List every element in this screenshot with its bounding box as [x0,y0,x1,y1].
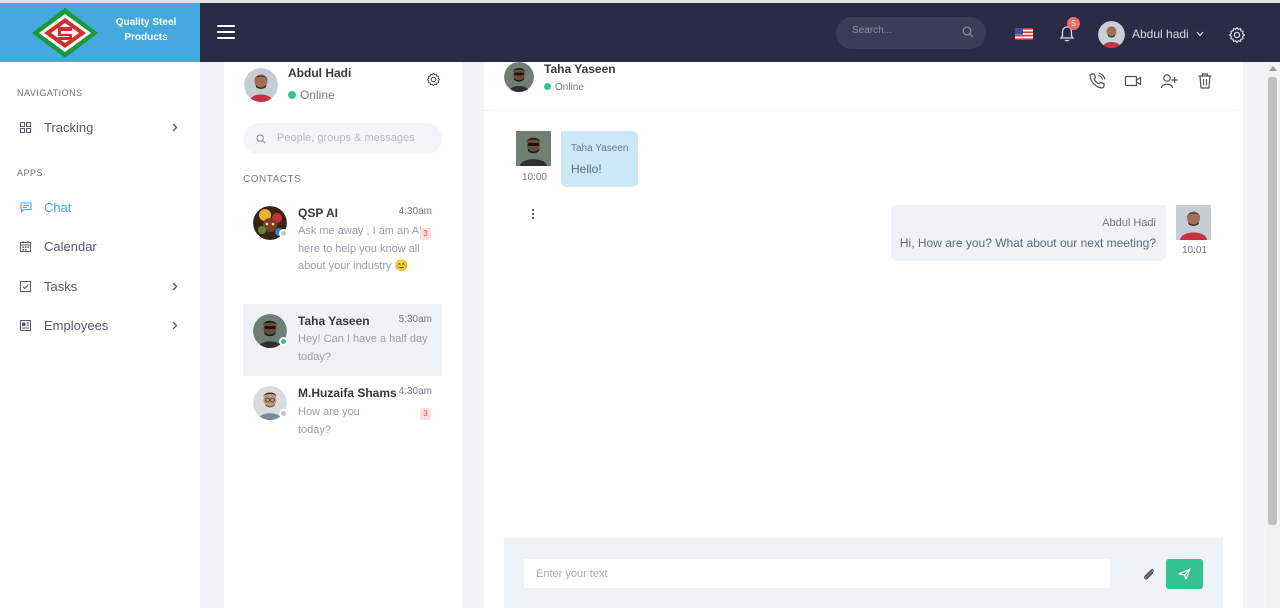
message-text: Hello! [571,162,602,176]
gear-icon[interactable] [426,72,441,87]
gear-icon[interactable] [1228,26,1246,44]
unread-badge: 3 [420,228,431,240]
avatar [504,62,534,92]
contact-last-message: How are you today? [298,406,360,436]
avatar[interactable] [244,68,278,102]
online-indicator [288,91,296,99]
menu-toggle-button[interactable] [217,25,235,39]
contact-item-m-huzaifa-shams[interactable]: M.Huzaifa Shams 4:30am How are you today… [243,378,442,446]
unread-badge: 3 [420,408,431,420]
chat-icon [20,202,32,213]
paperclip-icon[interactable] [1142,567,1156,581]
contact-last-message: Ask me away , I am an AI here to help yo… [298,225,423,272]
topbar: Quality Steel Products 5 Abdul hadi [0,0,1280,62]
company-logo [32,8,98,58]
brand[interactable]: Quality Steel Products [0,3,200,62]
sidebar-item-label: Tracking [44,120,94,135]
avatar [1176,205,1211,240]
offline-indicator [279,409,288,418]
search-icon [256,134,266,144]
sidebar-item-label: Chat [44,200,72,215]
grid-icon [20,122,31,133]
chat-contact-status: Online [544,82,584,93]
chevron-down-icon[interactable] [1196,31,1204,37]
video-camera-icon[interactable] [1124,72,1142,90]
message-time: 10:00 [522,172,548,183]
contact-search[interactable] [243,123,442,154]
notification-badge: 5 [1067,17,1080,30]
contact-last-message: Hey! Can I have a half day today? [298,333,428,363]
sidebar: NAVIGATIONS Tracking APPS Chat Calendar … [0,62,200,608]
message-sender: Taha Yaseen [571,143,629,154]
contact-time: 4:30am [398,386,432,397]
user-menu-name[interactable]: Abdul hadi [1132,27,1189,41]
us-flag-icon[interactable] [1015,28,1033,40]
more-options-icon[interactable] [529,207,537,221]
scroll-up-arrow-icon[interactable] [1269,66,1277,71]
current-user-status: Online [288,88,335,102]
message-composer [504,538,1223,608]
contact-search-input[interactable] [277,132,437,144]
contact-name: M.Huzaifa Shams [298,386,397,400]
sidebar-item-employees[interactable]: Employees [20,316,190,336]
message-input[interactable] [524,559,1110,588]
sidebar-section-apps: APPS [17,168,44,178]
message-sender: Abdul Hadi [1102,217,1156,229]
online-indicator [544,83,551,90]
sidebar-item-tasks[interactable]: Tasks [20,277,190,297]
contacts-panel: Abdul Hadi Online CONTACTS QSP AI 4:30am… [224,62,462,608]
search-icon[interactable] [962,26,974,38]
phone-call-icon[interactable] [1088,72,1106,90]
global-search-input[interactable] [852,25,962,36]
scrollbar-thumb[interactable] [1268,77,1277,525]
status-text: Online [300,88,335,102]
offline-indicator [279,229,288,238]
sidebar-section-navigation: NAVIGATIONS [17,88,83,98]
contact-name: QSP AI [298,206,339,220]
id-card-icon [20,320,31,331]
contact-time: 5:30am [398,314,432,325]
message-bubble-incoming: Taha Yaseen Hello! [561,131,638,187]
chevron-right-icon [172,321,178,330]
brand-name: Quality Steel Products [115,17,177,43]
current-user-name: Abdul Hadi [288,66,352,80]
contacts-heading: CONTACTS [243,174,302,185]
add-user-icon[interactable] [1160,72,1178,90]
contact-item-taha-yaseen[interactable]: Taha Yaseen 5:30am Hey! Can I have a hal… [243,304,442,376]
chat-header: Taha Yaseen Online [484,62,1243,111]
avatar[interactable] [1098,21,1125,48]
contact-time: 4:30am [398,206,432,217]
contact-name: Taha Yaseen [298,314,370,328]
sidebar-item-tracking[interactable]: Tracking [20,118,190,138]
avatar [516,131,551,166]
trash-icon[interactable] [1196,72,1214,90]
chevron-right-icon [172,123,178,132]
calendar-icon [20,241,31,252]
sidebar-item-label: Calendar [44,239,97,254]
sidebar-item-chat[interactable]: Chat [20,198,190,218]
send-icon [1178,568,1191,580]
send-button[interactable] [1166,559,1203,589]
checkbox-icon [20,281,31,292]
status-text: Online [555,82,584,93]
chevron-right-icon [172,282,178,291]
sidebar-item-label: Tasks [44,279,78,294]
message-bubble-outgoing: Abdul Hadi Hi, How are you? What about o… [891,205,1166,261]
sidebar-item-calendar[interactable]: Calendar [20,237,190,257]
chat-panel: Taha Yaseen Online 10:00 Taha Yaseen Hel… [484,62,1243,608]
chat-contact-name: Taha Yaseen [544,62,616,76]
online-indicator [279,337,288,346]
page-scrollbar[interactable] [1266,62,1280,608]
global-search[interactable] [836,17,986,49]
message-time: 10:01 [1182,245,1208,256]
contact-item-qsp-ai[interactable]: QSP AI 4:30am Ask me away , I am an AI h… [243,198,442,298]
sidebar-item-label: Employees [44,318,109,333]
message-text: Hi, How are you? What about our next mee… [899,236,1156,250]
